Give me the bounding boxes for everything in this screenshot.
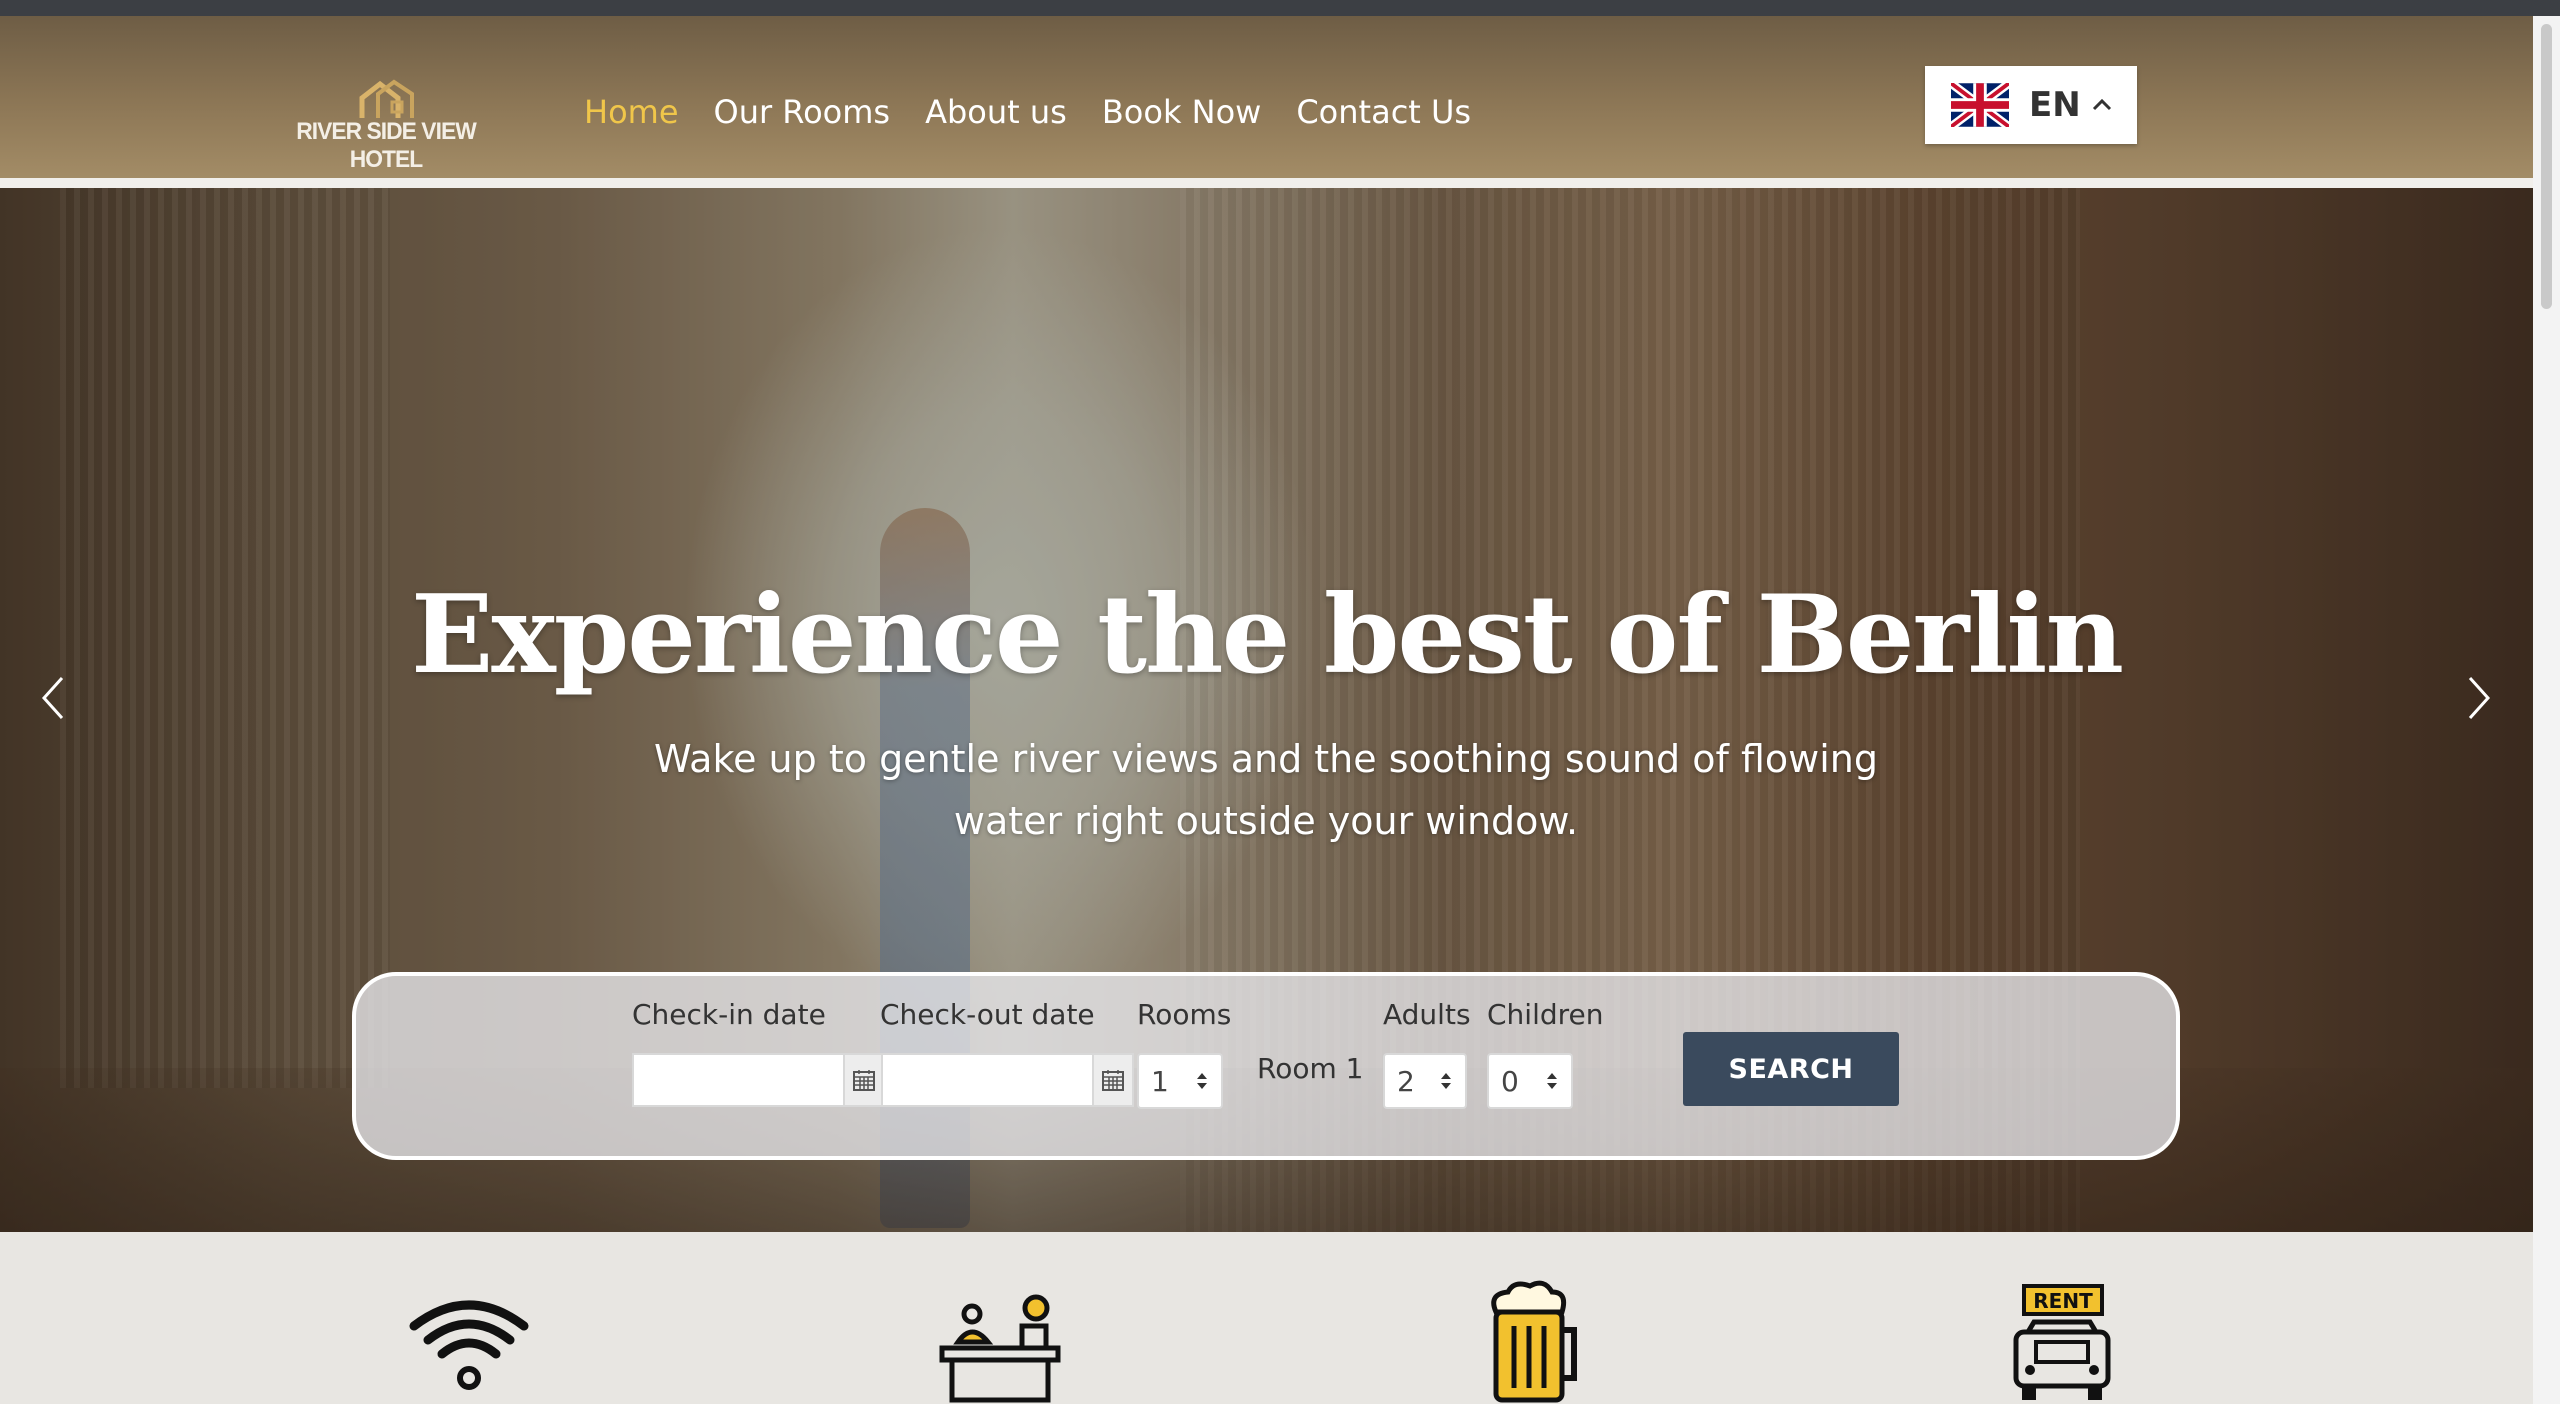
checkout-date-input[interactable] <box>881 1053 1094 1107</box>
beer-mug-icon <box>1491 1280 1577 1403</box>
room-name-label: Room 1 <box>1257 1052 1364 1085</box>
nav-book-now[interactable]: Book Now <box>1102 86 1262 138</box>
browser-top-bar <box>0 0 2560 16</box>
chevron-up-icon <box>2092 98 2111 111</box>
scrollbar-thumb[interactable] <box>2541 24 2552 309</box>
adults-label: Adults <box>1383 998 1471 1031</box>
adults-value: 2 <box>1397 1064 1415 1098</box>
children-select[interactable]: 0 <box>1487 1053 1573 1109</box>
reception-desk-icon <box>939 1294 1061 1403</box>
hero-subtitle-line-1: Wake up to gentle river views and the so… <box>654 737 1878 781</box>
nav-contact-us[interactable]: Contact Us <box>1296 86 1471 138</box>
adults-select[interactable]: 2 <box>1383 1053 1467 1109</box>
checkout-label: Check-out date <box>880 998 1095 1031</box>
rooms-select[interactable]: 1 <box>1137 1053 1223 1109</box>
nav-our-rooms[interactable]: Our Rooms <box>714 86 891 138</box>
language-selector[interactable]: EN <box>1925 66 2137 144</box>
hero-title: Experience the best of Berlin <box>411 572 2124 698</box>
rooms-label: Rooms <box>1137 998 1232 1031</box>
house-logo-icon <box>359 79 414 118</box>
calendar-icon <box>1102 1070 1124 1091</box>
children-label: Children <box>1487 998 1604 1031</box>
search-button[interactable]: SEARCH <box>1683 1032 1899 1106</box>
nav-about-us[interactable]: About us <box>925 86 1067 138</box>
header-divider <box>0 178 2533 188</box>
nav-home[interactable]: Home <box>584 86 679 138</box>
rooms-value: 1 <box>1151 1064 1169 1098</box>
uk-flag-icon <box>1951 83 2009 127</box>
select-arrows-icon <box>1441 1073 1451 1089</box>
calendar-icon <box>853 1070 875 1091</box>
language-code: EN <box>2029 85 2081 125</box>
rent-badge-text: RENT <box>2033 1289 2093 1313</box>
logo-text: RIVER SIDE VIEW HOTEL <box>296 118 477 173</box>
hotel-logo[interactable]: RIVER SIDE VIEW HOTEL <box>266 78 506 173</box>
checkin-date-input[interactable] <box>632 1053 845 1107</box>
checkout-calendar-button[interactable] <box>1094 1053 1134 1107</box>
page-scrollbar[interactable] <box>2533 16 2560 1404</box>
hero-subtitle: Wake up to gentle river views and the so… <box>620 728 1912 852</box>
hero-subtitle-line-2: water right outside your window. <box>953 799 1579 843</box>
select-arrows-icon <box>1547 1073 1557 1089</box>
checkin-label: Check-in date <box>632 998 826 1031</box>
wifi-icon <box>409 1300 529 1390</box>
children-value: 0 <box>1501 1064 1519 1098</box>
main-nav: Home Our Rooms About us Book Now Contact… <box>584 86 1506 138</box>
select-arrows-icon <box>1197 1073 1207 1089</box>
site-header: RIVER SIDE VIEW HOTEL Home Our Rooms Abo… <box>0 16 2533 178</box>
checkin-calendar-button[interactable] <box>845 1053 885 1107</box>
car-rental-icon: RENT <box>2013 1284 2111 1400</box>
